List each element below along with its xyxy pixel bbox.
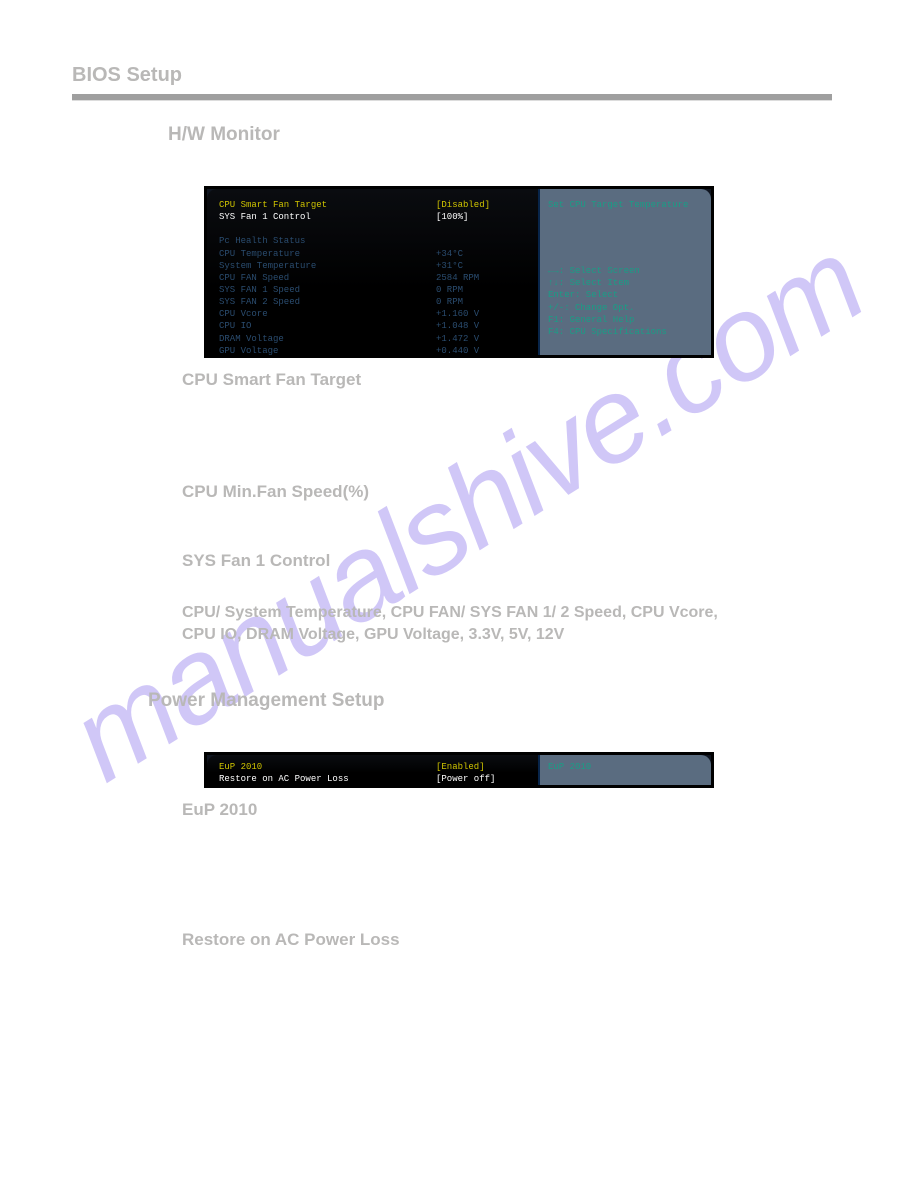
page-header-title: BIOS Setup	[72, 64, 182, 87]
bios-row-label: GPU Voltage	[219, 345, 436, 355]
subsection-cpu-min-fan-speed: CPU Min.Fan Speed(%)	[182, 482, 369, 502]
bios-row-value: 0 RPM	[436, 284, 526, 296]
bios-right-panel: EuP 2010	[540, 755, 711, 785]
bios-help-line: +/-: Change Opt.	[548, 302, 703, 314]
bios-row-value: +1.160 V	[436, 308, 526, 320]
bios-row-label: System Temperature	[219, 260, 436, 272]
section-hw-monitor-title: H/W Monitor	[168, 124, 280, 146]
bios-row-label: CPU Temperature	[219, 248, 436, 260]
bios-left-panel: EuP 2010[Enabled] Restore on AC Power Lo…	[207, 755, 540, 785]
header-rule	[72, 94, 832, 101]
subsection-cpu-smart-fan-target: CPU Smart Fan Target	[182, 370, 361, 390]
bios-screenshot-power-mgmt: EuP 2010[Enabled] Restore on AC Power Lo…	[204, 752, 714, 788]
subsection-sys-fan-1-control: SYS Fan 1 Control	[182, 551, 330, 571]
bios-help-top: Set CPU Target Temperature	[548, 199, 703, 211]
bios-row-value: [Enabled]	[436, 761, 526, 773]
bios-row-value: [Power off]	[436, 773, 526, 785]
bios-row-label: EuP 2010	[219, 761, 436, 773]
bios-row-label: SYS FAN 1 Speed	[219, 284, 436, 296]
subsection-temp-voltage-list: CPU/ System Temperature, CPU FAN/ SYS FA…	[182, 602, 742, 645]
bios-help-top: EuP 2010	[548, 761, 703, 773]
bios-help-line: F4: CPU Specifications	[548, 326, 703, 338]
bios-row-label: CPU FAN Speed	[219, 272, 436, 284]
bios-row-value: +1.472 V	[436, 333, 526, 345]
bios-row-label: Pc Health Status	[219, 235, 526, 247]
bios-row-value: [100%]	[436, 211, 526, 223]
bios-right-panel: Set CPU Target Temperature ←→: Select Sc…	[540, 189, 711, 355]
section-power-mgmt-title: Power Management Setup	[148, 690, 385, 712]
bios-row-value: +31°C	[436, 260, 526, 272]
bios-row-label: CPU Vcore	[219, 308, 436, 320]
bios-help-line: Enter: Select	[548, 289, 703, 301]
bios-row-label: SYS FAN 2 Speed	[219, 296, 436, 308]
bios-row-label: SYS Fan 1 Control	[219, 211, 436, 223]
bios-row-value: [Disabled]	[436, 199, 526, 211]
bios-row-value: +1.048 V	[436, 320, 526, 332]
bios-row-value: +0.440 V	[436, 345, 526, 355]
bios-row-label: Restore on AC Power Loss	[219, 773, 436, 785]
bios-row-label: CPU Smart Fan Target	[219, 199, 436, 211]
subsection-eup-2010: EuP 2010	[182, 800, 257, 820]
bios-screenshot-hw-monitor: CPU Smart Fan Target[Disabled] SYS Fan 1…	[204, 186, 714, 358]
bios-row-value: 0 RPM	[436, 296, 526, 308]
bios-row-value: +34°C	[436, 248, 526, 260]
bios-left-panel: CPU Smart Fan Target[Disabled] SYS Fan 1…	[207, 189, 540, 355]
bios-row-spacer	[219, 223, 526, 235]
bios-row-label: CPU IO	[219, 320, 436, 332]
bios-help-line: F1: General Help	[548, 314, 703, 326]
subsection-restore-ac-power-loss: Restore on AC Power Loss	[182, 930, 400, 950]
bios-row-label: DRAM Voltage	[219, 333, 436, 345]
bios-help-line: ↑↓: Select Item	[548, 277, 703, 289]
bios-help-line: ←→: Select Screen	[548, 265, 703, 277]
bios-row-value: 2584 RPM	[436, 272, 526, 284]
